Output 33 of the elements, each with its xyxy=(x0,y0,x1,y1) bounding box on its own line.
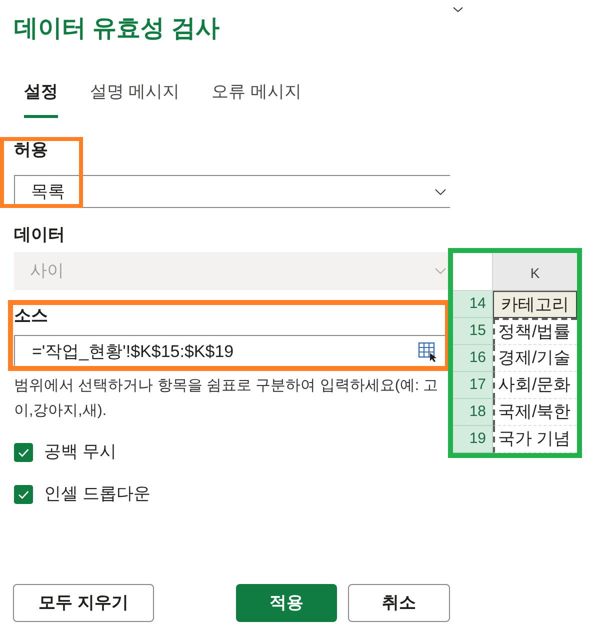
row-header[interactable]: 18 xyxy=(453,399,493,426)
field-label: 소스 xyxy=(14,305,48,327)
dialog-title: 데이터 유효성 검사 xyxy=(14,14,220,44)
field-label: 데이터 xyxy=(14,224,65,246)
sheet-cell: 국가 기념 xyxy=(493,426,577,453)
checkbox-checked-icon[interactable] xyxy=(14,484,33,504)
row-header[interactable]: 16 xyxy=(453,345,493,372)
chevron-down-icon[interactable] xyxy=(453,7,463,12)
row-header[interactable]: 19 xyxy=(453,426,493,453)
row-header[interactable]: 15 xyxy=(453,318,493,345)
dialog-button[interactable]: 취소 xyxy=(348,584,450,622)
row-header[interactable]: 17 xyxy=(453,372,493,399)
field-label: 허용 xyxy=(14,139,48,161)
tab[interactable]: 설명 메시지 xyxy=(90,80,180,118)
hint-text: 범위에서 선택하거나 항목을 쉼표로 구분하여 입력하세요(예: 고 이,강아지,새). xyxy=(14,376,438,421)
sheet-cell: 정책/법률 xyxy=(493,318,577,345)
sheet-cell: 카테고리 xyxy=(493,291,577,318)
chevron-down-icon xyxy=(435,268,446,274)
chevron-down-icon xyxy=(435,188,446,194)
checkbox-label[interactable]: 인셀 드롭다운 xyxy=(44,482,151,506)
dialog-button[interactable]: 적용 xyxy=(236,584,337,622)
grid-cursor-icon[interactable] xyxy=(418,342,438,362)
row-header[interactable]: 14 xyxy=(453,291,493,318)
column-header[interactable]: K xyxy=(493,253,577,291)
dropdown[interactable]: 목록 xyxy=(14,175,450,208)
sheet-cell: 사회/문화 xyxy=(493,372,577,399)
checkbox-label[interactable]: 공백 무시 xyxy=(44,440,117,464)
tab[interactable]: 오류 메시지 xyxy=(212,80,302,118)
sheet-cell: 경제/기술 xyxy=(493,345,577,372)
checkbox-checked-icon[interactable] xyxy=(14,442,33,462)
sheet-cell: 국제/북한 xyxy=(493,399,577,426)
dialog-button[interactable]: 모두 지우기 xyxy=(13,584,154,622)
tab[interactable]: 설정 xyxy=(24,80,58,118)
